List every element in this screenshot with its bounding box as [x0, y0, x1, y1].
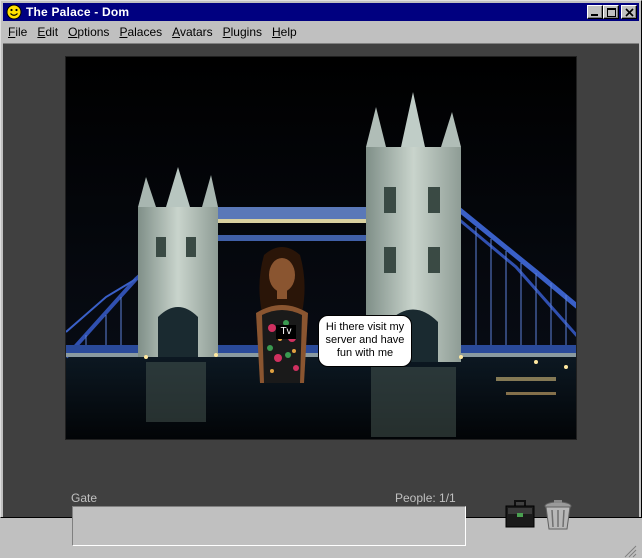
avatar-name-tag: Tv: [276, 325, 296, 339]
close-icon: [625, 8, 634, 17]
close-button[interactable]: [621, 5, 637, 19]
menu-avatars[interactable]: Avatars: [167, 23, 217, 42]
room-name: Gate: [71, 491, 98, 505]
menu-plugins[interactable]: Plugins: [218, 23, 267, 42]
client-area: Tv Hi there visit my server and have fun…: [3, 43, 639, 558]
maximize-icon: [607, 8, 616, 17]
menu-file[interactable]: File: [3, 23, 32, 42]
minimize-button[interactable]: [587, 5, 603, 19]
briefcase-icon[interactable]: [505, 499, 535, 529]
window-title: The Palace - Dom: [26, 5, 130, 19]
minimize-icon: [591, 14, 598, 16]
smiley-app-icon[interactable]: [6, 4, 22, 20]
maximize-button[interactable]: [603, 5, 619, 19]
chat-bubble: Hi there visit my server and have fun wi…: [318, 315, 412, 367]
resize-grip-icon[interactable]: [623, 544, 637, 558]
menu-options[interactable]: Options: [63, 23, 114, 42]
room-scene[interactable]: Tv Hi there visit my server and have fun…: [65, 56, 577, 440]
title-bar[interactable]: The Palace - Dom: [3, 3, 639, 21]
chat-input[interactable]: [72, 506, 466, 546]
menu-palaces[interactable]: Palaces: [114, 23, 167, 42]
menu-help[interactable]: Help: [267, 23, 302, 42]
palace-window: The Palace - Dom File Edit Options Palac…: [0, 0, 642, 558]
menu-edit[interactable]: Edit: [32, 23, 63, 42]
trash-can-icon[interactable]: [541, 498, 575, 532]
avatar-figure[interactable]: [242, 243, 322, 383]
people-count: People: 1/1: [395, 491, 456, 505]
menu-bar: File Edit Options Palaces Avatars Plugin…: [3, 23, 639, 42]
title-buttons: [587, 5, 637, 19]
